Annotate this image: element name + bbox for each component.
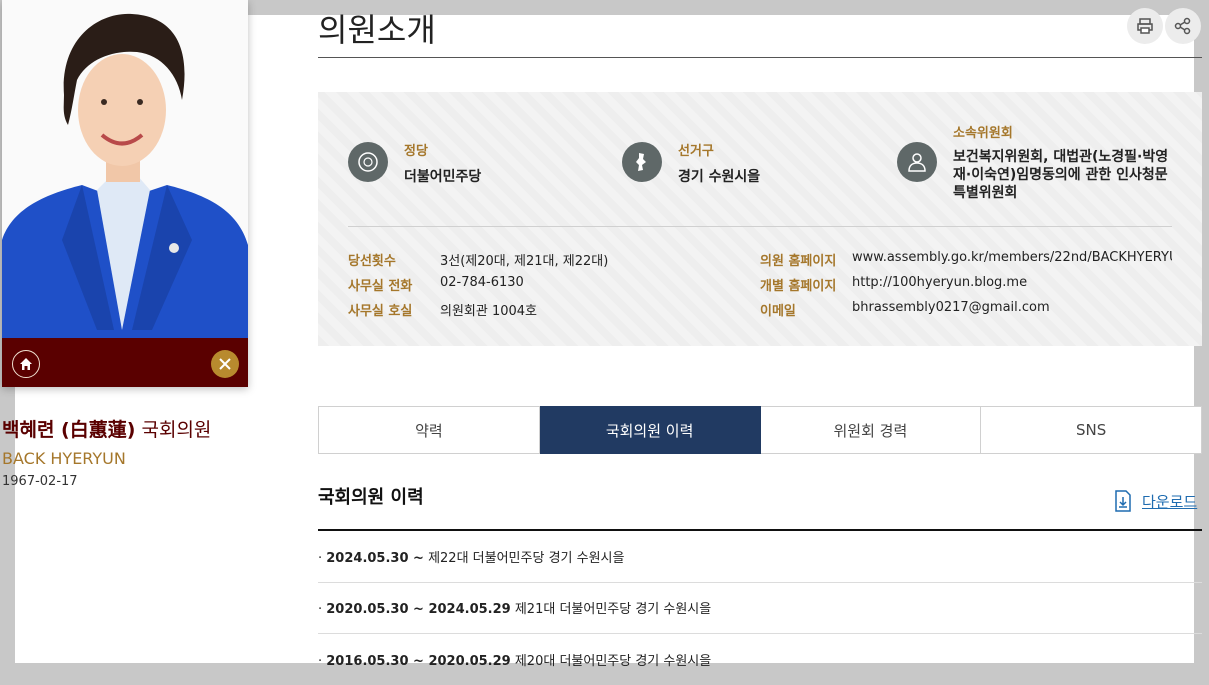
- x-link-button[interactable]: [211, 350, 239, 378]
- office-label: 사무실 호실: [348, 304, 413, 319]
- committee-value: 보건복지위원회, 대법관(노경필·박영 재·이숙연)임명동의에 관한 인사청문 …: [953, 148, 1168, 202]
- personal-homepage-link[interactable]: http://100hyeryun.blog.me: [852, 275, 1027, 290]
- home-button[interactable]: [12, 350, 40, 378]
- phone-value: 02-784-6130: [440, 275, 524, 290]
- committee-line-2: 재·이숙연)임명동의에 관한 인사청문: [953, 167, 1168, 183]
- print-button[interactable]: [1127, 8, 1163, 44]
- email-label: 이메일: [760, 304, 796, 319]
- tab-assembly-history[interactable]: 국회의원 이력: [539, 406, 761, 454]
- committee-label: 소속위원회: [953, 126, 1013, 141]
- history-item-text: · 2016.05.30 ~ 2020.05.29 제20대 더불어민주당 경기…: [318, 654, 712, 669]
- tab-sns[interactable]: SNS: [981, 406, 1202, 454]
- member-name: 백혜련 (白蕙蓮) 국회의원: [2, 415, 211, 442]
- history-item-text: · 2024.05.30 ~ 제22대 더불어민주당 경기 수원시을: [318, 551, 625, 566]
- title-divider: [318, 57, 1202, 58]
- phone-label: 사무실 전화: [348, 279, 413, 294]
- member-info-panel: 정당 더불어민주당 선거구 경기 수원시을 소속위원회 보건복지위원회, 대법관…: [318, 92, 1202, 346]
- share-button[interactable]: [1165, 8, 1201, 44]
- district-value: 경기 수원시을: [678, 169, 761, 185]
- home-icon: [20, 358, 32, 370]
- download-file-icon: [1115, 490, 1131, 512]
- member-name-kr: 백혜련 (白蕙蓮): [2, 419, 136, 441]
- section-title: 국회의원 이력: [318, 487, 424, 508]
- profile-card: [2, 0, 248, 387]
- committee-line-3: 특별위원회: [953, 185, 1018, 201]
- history-date: 2020.05.30 ~ 2024.05.29: [326, 602, 511, 617]
- history-date: 2016.05.30 ~ 2020.05.29: [326, 654, 511, 669]
- party-icon: [348, 142, 388, 182]
- history-item-text: · 2020.05.30 ~ 2024.05.29 제21대 더불어민주당 경기…: [318, 602, 712, 617]
- download-link[interactable]: 다운로드: [1114, 490, 1197, 512]
- committee-line-1: 보건복지위원회, 대법관(노경필·박영: [953, 149, 1169, 165]
- profile-tabs: 약력 국회의원 이력 위원회 경력 SNS: [318, 406, 1202, 454]
- office-value: 의원회관 1004호: [440, 304, 538, 319]
- member-role: 국회의원: [141, 419, 212, 441]
- elected-label: 당선횟수: [348, 254, 396, 269]
- history-desc: 제21대 더불어민주당 경기 수원시을: [514, 602, 712, 617]
- download-label: 다운로드: [1142, 492, 1198, 511]
- profile-link-bar: [2, 338, 248, 387]
- history-item: · 2020.05.30 ~ 2024.05.29 제21대 더불어민주당 경기…: [318, 582, 1202, 634]
- tab-committee-career[interactable]: 위원회 경력: [760, 406, 982, 454]
- history-item: · 2024.05.30 ~ 제22대 더불어민주당 경기 수원시을: [318, 531, 1202, 583]
- printer-icon: [1137, 18, 1153, 34]
- party-label: 정당: [404, 144, 428, 159]
- homepage-link[interactable]: www.assembly.go.kr/members/22nd/BACKHYER…: [852, 250, 1172, 265]
- x-logo-icon: [219, 358, 231, 370]
- personal-homepage-label: 개별 홈페이지: [760, 279, 837, 294]
- elected-value: 3선(제20대, 제21대, 제22대): [440, 254, 609, 269]
- page-title: 의원소개: [318, 11, 436, 49]
- history-item: · 2016.05.30 ~ 2020.05.29 제20대 더불어민주당 경기…: [318, 634, 1202, 685]
- party-value: 더불어민주당: [404, 169, 482, 185]
- info-divider: [348, 226, 1172, 227]
- history-desc: 제20대 더불어민주당 경기 수원시을: [514, 654, 712, 669]
- map-icon: [622, 142, 662, 182]
- history-date: 2024.05.30 ~: [326, 551, 424, 566]
- share-icon: [1174, 17, 1191, 35]
- history-desc: 제22대 더불어민주당 경기 수원시을: [428, 551, 625, 566]
- email-link[interactable]: bhrassembly0217@gmail.com: [852, 300, 1050, 315]
- tab-career[interactable]: 약력: [318, 406, 540, 454]
- district-label: 선거구: [678, 144, 714, 159]
- member-birthdate: 1967-02-17: [2, 474, 78, 489]
- person-icon: [897, 142, 937, 182]
- homepage-label: 의원 홈페이지: [760, 254, 837, 269]
- member-name-en: BACK HYERYUN: [2, 449, 126, 468]
- member-photo: [2, 0, 248, 338]
